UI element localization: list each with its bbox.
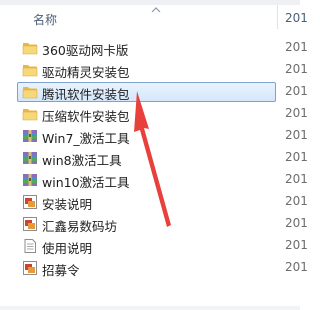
column-divider[interactable] — [277, 5, 278, 29]
file-row[interactable]: 使用说明 201 — [0, 235, 308, 257]
file-date: 201 — [285, 216, 308, 230]
folder-icon — [22, 63, 38, 77]
file-row[interactable]: 腾讯软件安装包 201 — [0, 81, 308, 103]
file-date: 201 — [285, 260, 308, 274]
column-name-header[interactable]: 名称 — [33, 11, 57, 28]
image-document-icon — [22, 195, 38, 209]
file-row[interactable]: 汇鑫易数码坊 201 — [0, 213, 308, 235]
file-name: 安装说明 — [42, 197, 93, 212]
image-document-icon — [22, 217, 38, 231]
file-name: Win7_激活工具 — [42, 131, 130, 146]
file-date: 201 — [285, 84, 308, 98]
sort-ascending-icon — [151, 7, 161, 13]
file-date: 201 — [285, 150, 308, 164]
text-document-icon — [22, 239, 38, 253]
column-header: 名称 201 — [0, 5, 308, 29]
file-date: 201 — [285, 194, 308, 208]
window-bottom-edge — [0, 306, 300, 310]
file-name: 驱动精灵安装包 — [42, 65, 130, 80]
folder-icon — [22, 107, 38, 121]
file-name: 招募令 — [42, 263, 80, 278]
file-date: 201 — [285, 40, 308, 54]
file-name: 汇鑫易数码坊 — [42, 219, 118, 234]
archive-icon — [22, 129, 38, 143]
file-name: 360驱动网卡版 — [42, 43, 129, 58]
file-date: 201 — [285, 106, 308, 120]
file-name: 腾讯软件安装包 — [42, 87, 130, 102]
file-date: 201 — [285, 128, 308, 142]
file-name: 使用说明 — [42, 241, 93, 256]
folder-icon — [22, 41, 38, 55]
folder-icon — [22, 85, 38, 99]
image-document-icon — [22, 261, 38, 275]
file-name: 压缩软件安装包 — [42, 109, 130, 124]
file-name: win8激活工具 — [42, 153, 122, 168]
file-list: 360驱动网卡版 201 驱动精灵安装包 201 腾讯软件安装包 201 压缩软件安装包 20… — [0, 37, 308, 279]
file-row[interactable]: 压缩软件安装包 201 — [0, 103, 308, 125]
archive-icon — [22, 151, 38, 165]
file-row[interactable]: win8激活工具 201 — [0, 147, 308, 169]
file-row[interactable]: 360驱动网卡版 201 — [0, 37, 308, 59]
archive-icon — [22, 173, 38, 187]
file-row[interactable]: win10激活工具 201 — [0, 169, 308, 191]
file-row[interactable]: 驱动精灵安装包 201 — [0, 59, 308, 81]
file-row[interactable]: Win7_激活工具 201 — [0, 125, 308, 147]
file-row[interactable]: 安装说明 201 — [0, 191, 308, 213]
file-date: 201 — [285, 62, 308, 76]
column-date-header[interactable]: 201 — [285, 11, 308, 25]
file-name: win10激活工具 — [42, 175, 130, 190]
file-date: 201 — [285, 238, 308, 252]
file-date: 201 — [285, 172, 308, 186]
file-row[interactable]: 招募令 201 — [0, 257, 308, 279]
